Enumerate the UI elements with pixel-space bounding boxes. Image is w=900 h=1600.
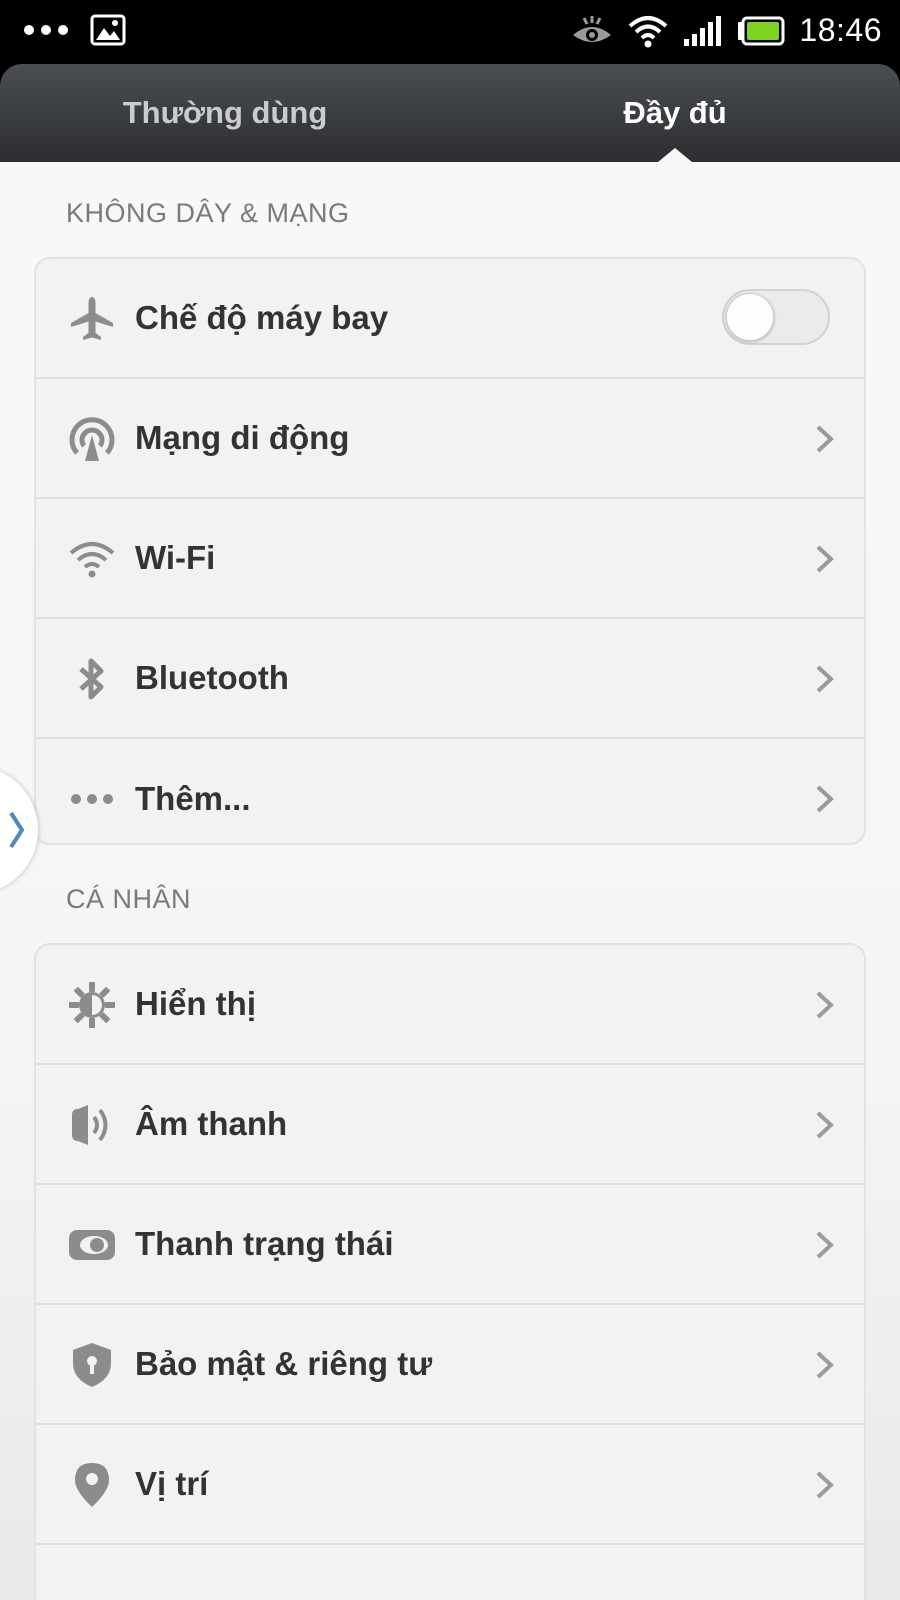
chevron-right-icon bbox=[816, 1351, 834, 1379]
setting-display[interactable]: Hiển thị bbox=[36, 945, 864, 1065]
battery-icon bbox=[738, 16, 785, 45]
setting-label: Bảo mật & riêng tư bbox=[135, 1345, 433, 1382]
setting-status-bar[interactable]: Thanh trạng thái bbox=[36, 1185, 864, 1305]
settings-list[interactable]: KHÔNG DÂY & MẠNG Chế độ máy bay Mạng di … bbox=[0, 162, 900, 1600]
setting-location[interactable]: Vị trí bbox=[36, 1425, 864, 1545]
chevron-right-icon bbox=[816, 1231, 834, 1259]
airplane-mode-toggle[interactable] bbox=[722, 289, 830, 345]
tab-frequently-used[interactable]: Thường dùng bbox=[0, 64, 450, 162]
more-icon bbox=[68, 775, 116, 823]
brightness-icon bbox=[68, 981, 116, 1029]
setting-mobile-network[interactable]: Mạng di động bbox=[36, 379, 864, 499]
setting-security-privacy[interactable]: Bảo mật & riêng tư bbox=[36, 1305, 864, 1425]
chevron-right-icon bbox=[816, 545, 834, 573]
tab-bar: Thường dùng Đầy đủ bbox=[0, 64, 900, 162]
card-personal: Hiển thị Âm thanh Thanh trạng thái Bảo m… bbox=[34, 943, 866, 1600]
cellular-network-icon bbox=[68, 415, 116, 463]
setting-airplane-mode[interactable]: Chế độ máy bay bbox=[36, 259, 864, 379]
tab-selected-indicator bbox=[658, 148, 692, 162]
setting-label: Chế độ máy bay bbox=[135, 299, 389, 336]
section-title-personal: CÁ NHÂN bbox=[66, 884, 192, 914]
status-bar: 18:46 bbox=[0, 0, 900, 64]
setting-label: Hiển thị bbox=[135, 985, 256, 1022]
chevron-right-icon bbox=[816, 1471, 834, 1499]
clock: 18:46 bbox=[799, 12, 882, 48]
eye-icon bbox=[573, 15, 612, 42]
chevron-right-icon bbox=[816, 425, 834, 453]
airplane-icon bbox=[68, 295, 116, 343]
setting-more[interactable]: Thêm... bbox=[36, 739, 864, 843]
setting-sound[interactable]: Âm thanh bbox=[36, 1065, 864, 1185]
chevron-right-icon bbox=[9, 811, 25, 849]
toggle-knob bbox=[726, 293, 774, 341]
setting-label: Bluetooth bbox=[135, 659, 289, 696]
chevron-right-icon bbox=[816, 1111, 834, 1139]
more-dots-icon bbox=[24, 25, 68, 35]
card-wireless-network: Chế độ máy bay Mạng di động Wi-Fi Blueto… bbox=[34, 257, 866, 845]
wifi-icon bbox=[629, 15, 668, 47]
setting-wifi[interactable]: Wi-Fi bbox=[36, 499, 864, 619]
chevron-right-icon bbox=[816, 991, 834, 1019]
setting-label: Wi-Fi bbox=[135, 539, 216, 576]
status-bar-icon bbox=[68, 1221, 116, 1269]
location-pin-icon bbox=[68, 1461, 116, 1509]
section-title-wireless: KHÔNG DÂY & MẠNG bbox=[66, 198, 350, 228]
setting-partial-row[interactable] bbox=[36, 1545, 864, 1585]
signal-icon bbox=[684, 15, 722, 46]
setting-label: Vị trí bbox=[135, 1465, 209, 1502]
setting-bluetooth[interactable]: Bluetooth bbox=[36, 619, 864, 739]
setting-label: Thanh trạng thái bbox=[135, 1225, 394, 1262]
gallery-icon bbox=[90, 14, 126, 46]
chevron-right-icon bbox=[816, 785, 834, 813]
sound-icon bbox=[68, 1101, 116, 1149]
wifi-icon bbox=[68, 535, 116, 583]
setting-label: Thêm... bbox=[135, 780, 251, 817]
shield-icon bbox=[68, 1341, 116, 1389]
setting-label: Mạng di động bbox=[135, 419, 350, 456]
setting-label: Âm thanh bbox=[135, 1105, 288, 1142]
chevron-right-icon bbox=[816, 665, 834, 693]
bluetooth-icon bbox=[68, 655, 116, 703]
